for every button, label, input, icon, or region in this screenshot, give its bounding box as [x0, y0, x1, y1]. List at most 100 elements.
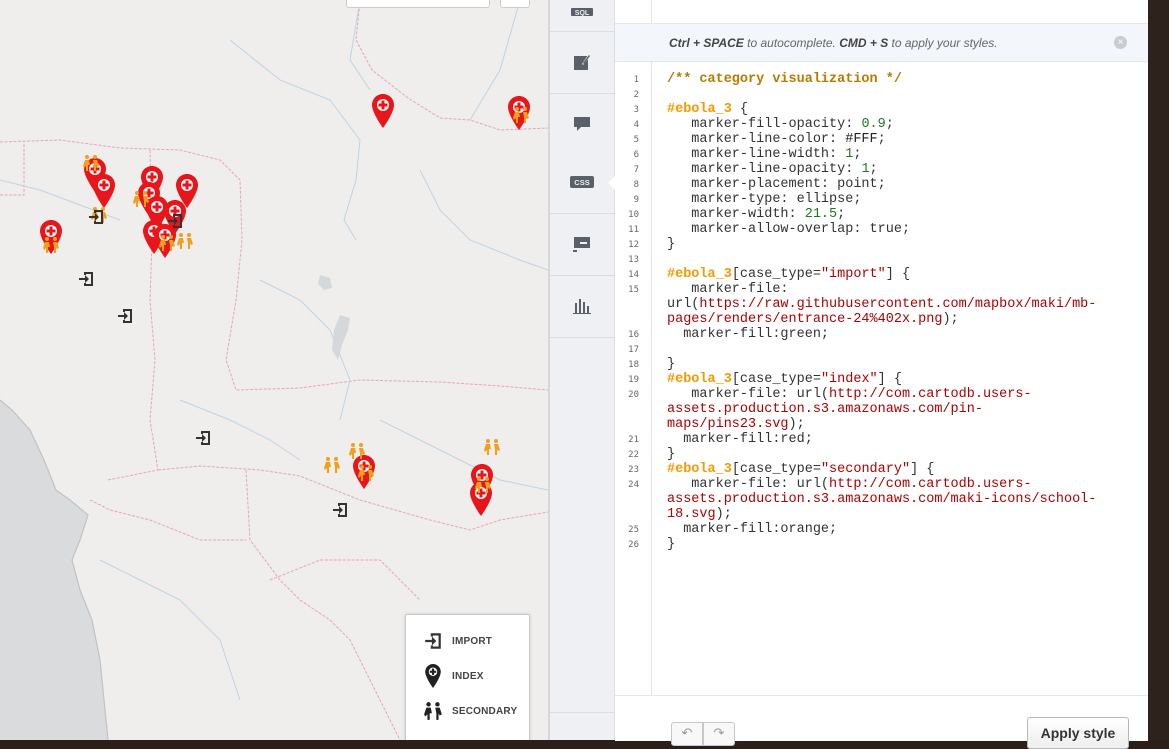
code-line: }	[667, 357, 675, 372]
entrance-icon	[422, 630, 444, 652]
code-token: marker-width:	[667, 207, 805, 222]
code-token: );	[788, 417, 805, 432]
apply-style-button[interactable]: Apply style	[1027, 717, 1129, 749]
redo-icon[interactable]: ↷	[703, 722, 735, 746]
infowindow-tool[interactable]	[550, 93, 614, 156]
close-icon[interactable]: ×	[1114, 36, 1127, 49]
code-line: pages/renders/entrance-24%402x.png);	[667, 312, 959, 327]
code-token: }	[667, 537, 676, 552]
code-token: marker-file: url(	[667, 477, 830, 492]
secondary-marker[interactable]	[357, 464, 375, 482]
import-marker[interactable]	[116, 307, 134, 325]
code-token: url(	[667, 297, 700, 312]
line-number: 17	[628, 345, 639, 355]
import-marker[interactable]	[87, 208, 105, 226]
code-token: }	[667, 357, 676, 372]
line-number: 4	[633, 120, 639, 130]
legend-item-import: IMPORT	[422, 630, 492, 652]
sidebar-empty-area	[550, 337, 614, 713]
line-number: 26	[628, 540, 639, 550]
secondary-marker[interactable]	[348, 442, 366, 460]
code-token: #ebola_3	[667, 372, 732, 387]
secondary-marker[interactable]	[323, 456, 341, 474]
secondary-marker[interactable]	[474, 476, 492, 494]
code-token: }	[667, 447, 676, 462]
code-token: marker-fill:orange;	[667, 522, 838, 537]
code-token: #ebola_3	[667, 462, 732, 477]
code-token: marker-line-width:	[667, 147, 846, 162]
legend-item-index: INDEX	[422, 664, 484, 688]
secondary-marker[interactable]	[42, 236, 60, 254]
import-marker[interactable]	[166, 212, 184, 230]
code-line: marker-allow-overlap: true;	[667, 222, 910, 237]
code-token: marker-allow-overlap: true;	[667, 222, 911, 237]
secondary-marker[interactable]	[512, 106, 530, 124]
line-number: 3	[633, 105, 639, 115]
line-number: 10	[628, 210, 639, 220]
legend-label: IMPORT	[452, 635, 493, 647]
secondary-marker[interactable]	[132, 190, 150, 208]
code-token: ;	[837, 207, 846, 222]
hint-text-autocomplete: to autocomplete.	[743, 36, 840, 50]
legend-icon	[573, 237, 590, 252]
code-token: marker-fill-opacity:	[667, 117, 862, 132]
gutter-rule	[651, 0, 652, 23]
import-marker[interactable]	[77, 270, 95, 288]
index-marker[interactable]	[93, 174, 115, 208]
line-number: 13	[628, 255, 639, 265]
code-token: https://raw.githubusercontent.com/mapbox…	[699, 297, 1097, 312]
sql-tool[interactable]: SQL	[550, 0, 614, 32]
code-line: }	[667, 447, 675, 462]
line-number: 8	[633, 180, 639, 190]
line-number: 15	[628, 285, 639, 295]
map-share-button[interactable]	[500, 0, 530, 8]
line-number: 23	[628, 465, 639, 475]
code-token: marker-line-opacity:	[667, 162, 862, 177]
secondary-marker[interactable]	[176, 232, 194, 250]
legend-tool[interactable]	[550, 213, 614, 276]
code-line: marker-fill:green;	[667, 327, 829, 342]
code-token: "import"	[820, 267, 886, 282]
import-marker[interactable]	[331, 501, 349, 519]
import-marker[interactable]	[194, 429, 212, 447]
wizard-tool[interactable]	[550, 31, 614, 94]
sql-icon-label: SQL	[575, 10, 590, 17]
line-number: 16	[628, 330, 639, 340]
code-token: assets.production.s3.amazonaws.com/pin-	[667, 402, 983, 417]
hint-text-apply: to apply your styles.	[888, 36, 998, 50]
code-token: {	[731, 102, 749, 117]
map-legend: IMPORT INDEX SECONDARY	[405, 614, 530, 740]
filters-tool[interactable]	[550, 275, 614, 338]
code-token: ;	[869, 162, 878, 177]
code-line: #ebola_3[case_type="secondary"] {	[667, 462, 934, 477]
code-token: [case_type=	[731, 267, 821, 282]
code-line: 18.svg);	[667, 507, 732, 522]
map-search-box[interactable]	[346, 0, 490, 8]
code-token: marker-line-color:	[667, 132, 846, 147]
code-line: #ebola_3 {	[667, 102, 748, 117]
code-token: ] {	[910, 462, 935, 477]
code-token: http://com.cartodb.users-	[829, 387, 1032, 402]
code-line: marker-file: url(http://com.cartodb.user…	[667, 477, 1031, 492]
code-token: [case_type=	[731, 372, 821, 387]
code-token: 1	[861, 162, 870, 177]
index-marker[interactable]	[372, 94, 394, 128]
school-children-icon	[422, 700, 444, 722]
line-number: 18	[628, 360, 639, 370]
secondary-marker[interactable]	[158, 234, 176, 252]
line-number: 7	[633, 165, 639, 175]
map-view[interactable]: IMPORT INDEX SECONDARY	[0, 0, 548, 740]
code-token: pages/renders/entrance-24%402x.png	[667, 312, 943, 327]
code-token: marker-file: url(	[667, 387, 830, 402]
undo-icon[interactable]: ↶	[671, 722, 703, 746]
secondary-marker[interactable]	[82, 154, 100, 172]
css-tool[interactable]: CSS	[550, 151, 614, 214]
legend-label: INDEX	[452, 670, 484, 682]
paintbrush-icon	[574, 55, 590, 70]
bar-chart-icon	[573, 299, 591, 314]
secondary-marker[interactable]	[483, 438, 501, 456]
editor-top-bar	[615, 0, 1148, 24]
code-token: marker-type: ellipse;	[667, 192, 862, 207]
code-line: marker-fill:orange;	[667, 522, 837, 537]
code-token: maps/pins23.svg	[667, 417, 789, 432]
